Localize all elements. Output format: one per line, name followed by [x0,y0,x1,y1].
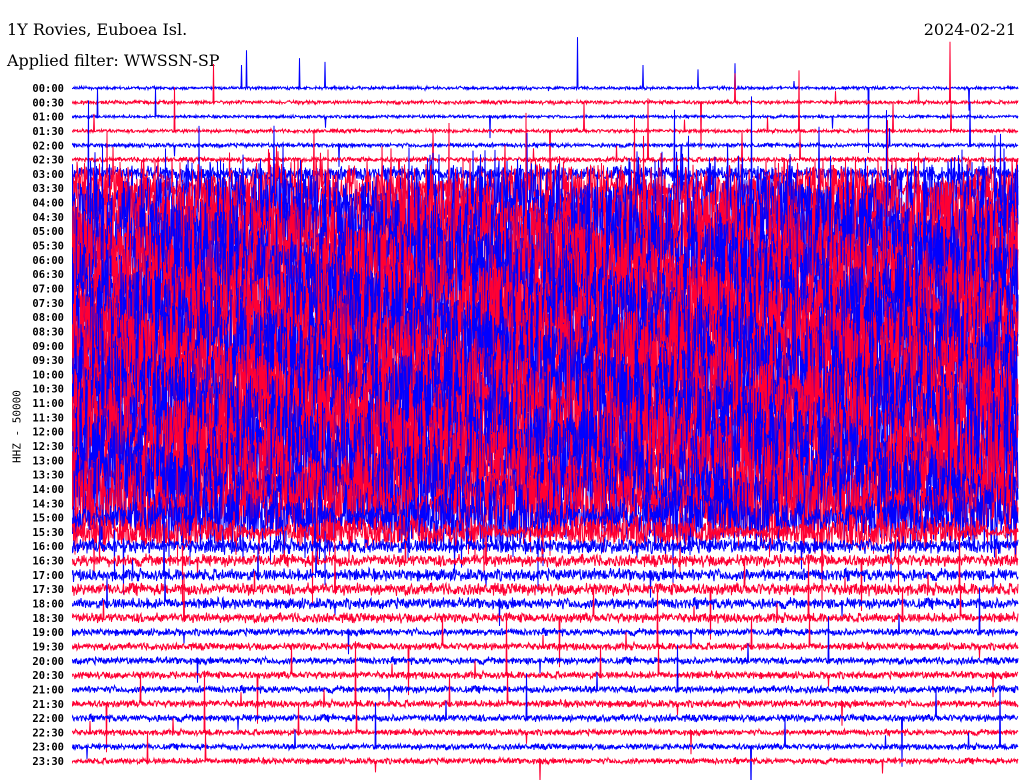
row-time-label: 23:00 [32,742,64,754]
row-time-label: 07:00 [32,283,64,295]
row-time-label: 14:00 [32,484,64,496]
row-time-label: 10:00 [32,369,64,381]
trace-2000 [72,615,1019,683]
trace-2330 [72,731,1019,780]
row-time-label: 05:00 [32,226,64,238]
row-time-label: 22:00 [32,713,64,725]
helicorder-plot: 00:00 00:30 01:00 01:30 02:00 02:30 03:00 03:30… [32,37,1019,780]
row-time-label: 06:00 [32,255,64,267]
row-time-label: 20:30 [32,670,64,682]
row-time-label: 16:00 [32,541,64,553]
row-time-label: 17:00 [32,570,64,582]
row-time-label: 00:30 [32,97,64,109]
row-time-label: 01:00 [32,112,64,124]
row-time-label: 10:30 [32,384,64,396]
row-time-label: 12:00 [32,427,64,439]
row-time-label: 20:00 [32,656,64,668]
row-time-label: 02:00 [32,140,64,152]
row-time-label: 03:00 [32,169,64,181]
row-time-label: 18:00 [32,599,64,611]
trace-0200 [72,101,1019,167]
row-time-label: 12:30 [32,441,64,453]
row-time-label: 11:30 [32,412,64,424]
row-time-label: 09:00 [32,341,64,353]
row-time-label: 04:30 [32,212,64,224]
row-time-label: 21:30 [32,699,64,711]
row-time-label: 06:30 [32,269,64,281]
row-time-label: 14:30 [32,498,64,510]
trace-2030 [72,612,1019,724]
row-time-label: 22:30 [32,727,64,739]
row-time-label: 17:30 [32,584,64,596]
row-time-label: 11:00 [32,398,64,410]
row-time-label: 07:30 [32,298,64,310]
row-time-label: 21:00 [32,684,64,696]
row-time-label: 08:00 [32,312,64,324]
row-time-label: 05:30 [32,241,64,253]
row-time-label: 00:00 [32,83,64,95]
row-time-label: 03:30 [32,183,64,195]
row-time-label: 08:30 [32,326,64,338]
row-time-label: 04:00 [32,198,64,210]
row-time-label: 19:00 [32,627,64,639]
row-time-label: 13:00 [32,455,64,467]
row-time-label: 01:30 [32,126,64,138]
row-time-label: 16:30 [32,556,64,568]
row-time-label: 18:30 [32,613,64,625]
row-time-label: 09:30 [32,355,64,367]
row-time-label: 19:30 [32,641,64,653]
row-time-label: 02:30 [32,155,64,167]
row-time-label: 13:30 [32,470,64,482]
trace-2230 [72,670,1019,755]
row-time-label: 15:30 [32,527,64,539]
row-time-label: 15:00 [32,513,64,525]
row-time-label: 23:30 [32,756,64,768]
